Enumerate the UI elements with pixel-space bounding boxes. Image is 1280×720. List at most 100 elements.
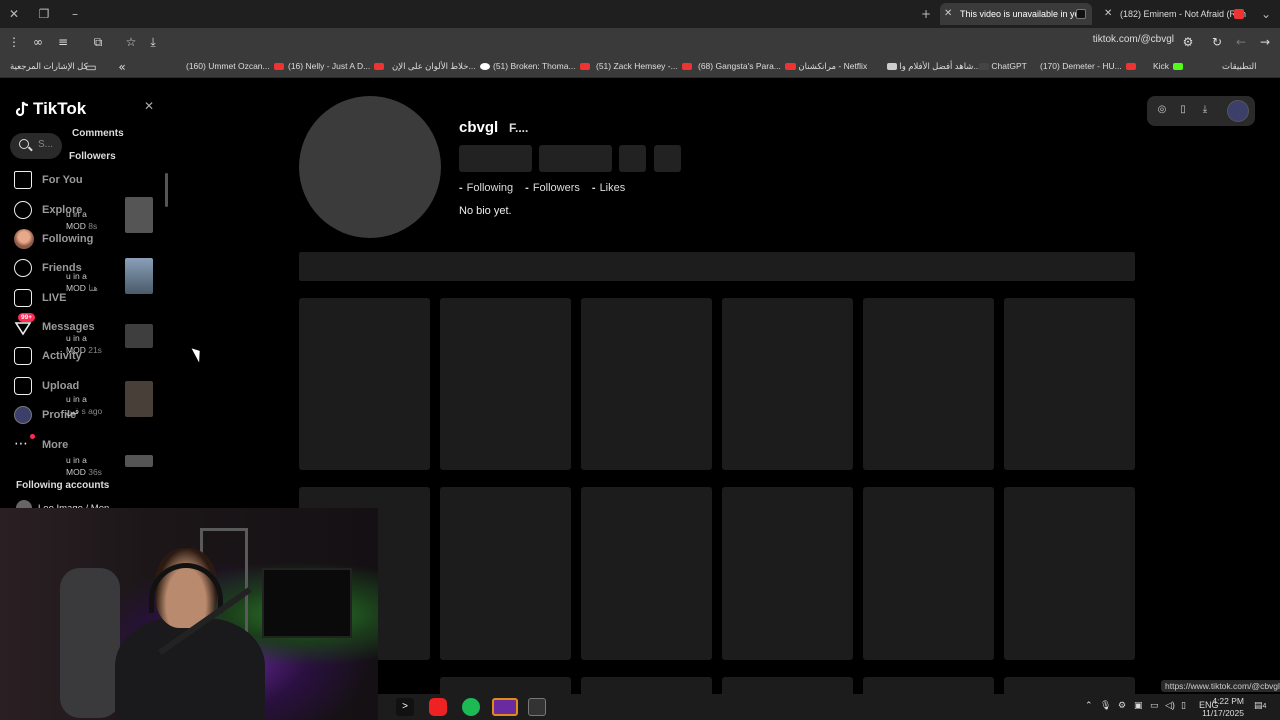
tiktok-logo[interactable]: TikTok xyxy=(15,99,87,119)
video-card-skeleton[interactable] xyxy=(440,298,571,470)
profile-bio: No bio yet. xyxy=(459,205,512,217)
site-settings-icon[interactable]: ⚙ xyxy=(1180,34,1196,50)
compass-icon xyxy=(14,201,32,219)
install-app-icon[interactable]: ⤓ xyxy=(145,34,161,50)
close-tab-icon[interactable]: ✕ xyxy=(1104,3,1112,25)
forward-icon[interactable]: ← xyxy=(1233,34,1249,50)
follow-button-skeleton xyxy=(459,145,532,172)
address-bar[interactable]: tiktok.com/@cbvgl xyxy=(1093,34,1174,45)
activity-item[interactable]: u in a MOD هنا xyxy=(66,258,166,304)
youtube-icon[interactable] xyxy=(429,698,447,716)
bookmark-apps[interactable]: التطبيقات xyxy=(1222,61,1257,72)
nav-live[interactable]: LIVE xyxy=(14,287,66,309)
tab-eminem[interactable]: ✕ (182) Eminem - Not Afraid (Ren xyxy=(1100,3,1250,25)
logo-text: TikTok xyxy=(33,99,87,118)
next-app-icon[interactable] xyxy=(492,698,518,716)
share-icon[interactable]: ⧉ xyxy=(90,34,106,50)
download-icon[interactable]: ⤓ xyxy=(1198,103,1212,117)
back-icon[interactable]: → xyxy=(1257,34,1273,50)
profile-avatar[interactable] xyxy=(299,96,441,238)
search-input[interactable]: S... xyxy=(10,133,62,159)
volume-icon[interactable]: ◁) xyxy=(1165,700,1175,711)
minimize-window-icon[interactable]: – xyxy=(67,6,83,22)
star-icon[interactable]: ☆ xyxy=(123,34,139,50)
bookmark-item[interactable]: (51) Zack Hemsey -... xyxy=(596,61,692,71)
bookmark-item[interactable]: مرانكشنان - Netflix xyxy=(782,61,867,72)
network-icon[interactable]: ▭ xyxy=(1150,700,1159,711)
chevron-left-icon[interactable]: « xyxy=(114,59,130,75)
reload-icon[interactable]: ↻ xyxy=(1209,34,1225,50)
microphone-icon[interactable]: 🎙 xyxy=(1100,700,1111,711)
video-thumbnail xyxy=(125,455,153,467)
extension-icon[interactable]: ∞ xyxy=(30,34,46,50)
tab-active[interactable]: ✕ This video is unavailable in you xyxy=(940,3,1092,25)
home-icon xyxy=(14,171,32,189)
tab-search-icon[interactable]: ⌄ xyxy=(1258,6,1274,22)
messages-icon: 99+ xyxy=(14,313,36,336)
restore-window-icon[interactable]: ❐ xyxy=(36,6,52,22)
bookmark-all[interactable]: كل الإشارات المرجعية xyxy=(10,61,88,72)
tab-comments[interactable]: Comments xyxy=(72,128,124,139)
bookmark-item[interactable]: خلاط الألوان على الإن... xyxy=(392,61,490,72)
video-card-skeleton[interactable] xyxy=(863,487,994,660)
bookmark-item[interactable]: (16) Nelly - Just A D... xyxy=(288,61,385,71)
video-card-skeleton[interactable] xyxy=(1004,487,1135,660)
activity-item[interactable]: u in a MOD 21s xyxy=(66,324,166,370)
close-tab-icon[interactable]: ✕ xyxy=(944,3,952,25)
video-card-skeleton[interactable] xyxy=(440,487,571,660)
display-icon[interactable]: ▣ xyxy=(1134,700,1143,711)
activity-item[interactable]: u in a MOD 8s xyxy=(66,197,166,243)
battery-icon[interactable]: ▯ xyxy=(1181,700,1186,711)
bookmark-item[interactable]: (68) Gangsta's Para... xyxy=(698,61,795,71)
excel-icon[interactable] xyxy=(528,698,546,716)
video-card-skeleton[interactable] xyxy=(863,298,994,470)
user-avatar-icon[interactable] xyxy=(1227,100,1249,122)
nav-for-you[interactable]: For You xyxy=(14,169,83,191)
bookmark-item[interactable]: (51) Broken: Thoma... xyxy=(493,61,590,71)
bookmark-item[interactable]: (170) Demeter - HU... xyxy=(1040,61,1136,71)
tray-app-icon[interactable]: ⚙ xyxy=(1118,700,1126,711)
close-panel-icon[interactable]: ✕ xyxy=(141,98,157,114)
youtube-favicon-icon xyxy=(1234,9,1244,19)
tab-followers[interactable]: Followers xyxy=(69,151,116,162)
tiktok-note-icon xyxy=(15,101,30,117)
activity-item[interactable]: u in a فين s ago xyxy=(66,381,166,427)
terminal-icon[interactable]: > xyxy=(396,698,414,716)
notification-center-icon[interactable]: ▤4 xyxy=(1254,700,1266,711)
new-tab-icon[interactable]: + xyxy=(918,6,934,22)
bookmark-item[interactable]: شاهد أفضل الأفلام وا... xyxy=(883,61,981,72)
video-card-skeleton[interactable] xyxy=(722,298,853,470)
stat-following[interactable]: - Following xyxy=(459,182,513,194)
tab-label: This video is unavailable in you xyxy=(960,9,1085,19)
stat-followers[interactable]: - Followers xyxy=(525,182,580,194)
video-thumbnail xyxy=(125,258,153,294)
folder-icon: ▭ xyxy=(85,60,97,74)
tab-label: (182) Eminem - Not Afraid (Ren xyxy=(1120,9,1247,19)
profile-icon xyxy=(14,406,32,424)
bookmark-item[interactable]: ChatGPT xyxy=(975,61,1027,71)
bookmark-item[interactable]: Kick xyxy=(1153,61,1184,71)
menu-icon[interactable]: ⋮ xyxy=(6,34,22,50)
sidebar-scrollbar[interactable] xyxy=(165,173,168,207)
profile-tabs-skeleton xyxy=(299,252,1135,281)
stat-likes: - Likes xyxy=(591,182,626,194)
bookmark-item[interactable]: (160) Ummet Ozcan... xyxy=(186,61,284,71)
avatar xyxy=(14,229,34,249)
mobile-icon[interactable]: ▯ xyxy=(1176,103,1190,117)
webcam-monitor xyxy=(262,568,352,638)
video-card-skeleton[interactable] xyxy=(299,298,430,470)
tray-chevron-icon[interactable]: ⌃ xyxy=(1085,700,1093,711)
close-window-icon[interactable]: ✕ xyxy=(6,6,22,22)
video-card-skeleton[interactable] xyxy=(581,298,712,470)
browser-toolbar: ⋮ ∞ ≡ ⧉ ☆ ⤓ tiktok.com/@cbvgl ⚙ ↻ ← → xyxy=(0,28,1280,56)
reading-list-icon[interactable]: ≡ xyxy=(55,34,71,50)
activity-icon xyxy=(14,347,32,365)
taskbar-clock[interactable]: 4:22 PM 11/17/2025 xyxy=(1202,695,1244,719)
webcam-overlay xyxy=(0,508,378,720)
coins-icon[interactable]: ◎ xyxy=(1155,103,1169,117)
video-card-skeleton[interactable] xyxy=(1004,298,1135,470)
spotify-icon[interactable] xyxy=(462,698,480,716)
video-card-skeleton[interactable] xyxy=(581,487,712,660)
video-card-skeleton[interactable] xyxy=(722,487,853,660)
nav-more[interactable]: ⋯ More xyxy=(14,434,68,456)
